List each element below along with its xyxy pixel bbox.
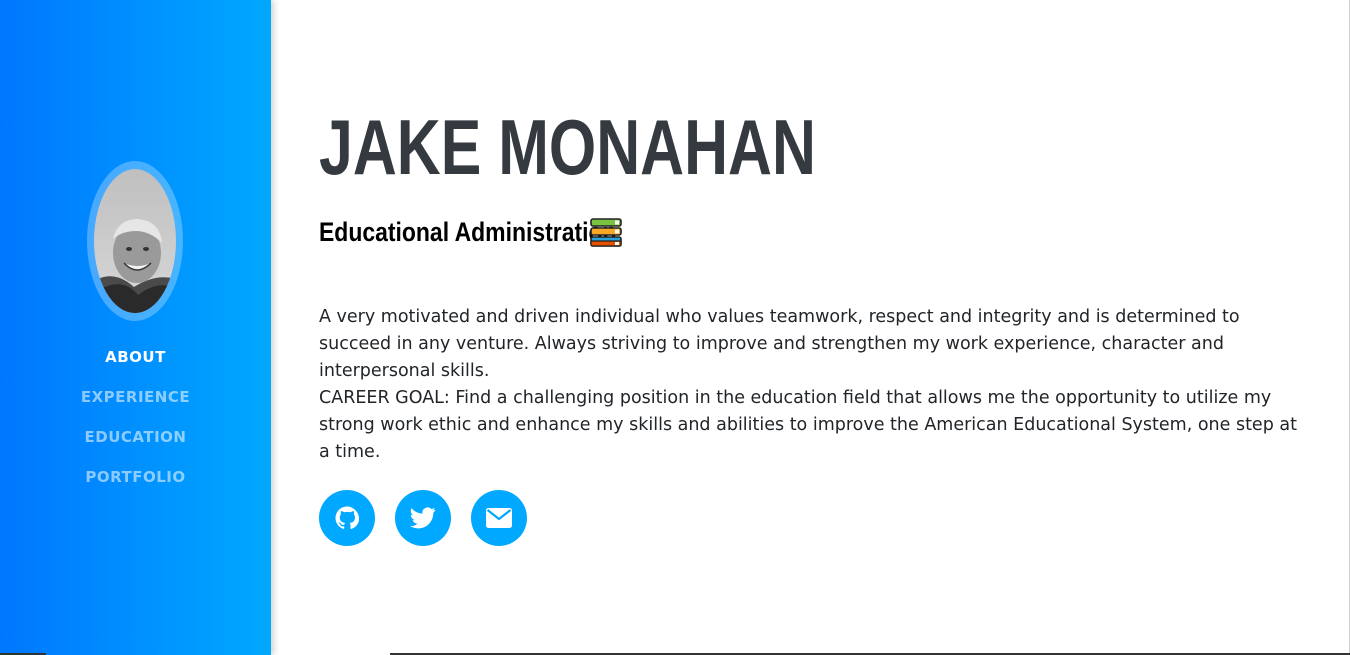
nav-item-experience[interactable]: EXPERIENCE [0,383,271,423]
nav-item-education[interactable]: EDUCATION [0,423,271,463]
github-button[interactable] [319,490,375,546]
avatar [87,161,183,321]
career-goal-paragraph: CAREER GOAL: Find a challenging position… [319,388,1297,462]
profile-photo [94,169,176,313]
subheading-text: Educational Administration [319,217,617,247]
subheading: Educational Administration [319,212,669,252]
github-icon [335,506,359,530]
twitter-button[interactable] [395,490,451,546]
nav-item-about[interactable]: ABOUT [0,343,271,383]
social-links [319,490,547,546]
twitter-icon [410,507,436,529]
about-paragraph: A very motivated and driven individual w… [319,307,1240,381]
envelope-icon [486,508,512,528]
books-icon [589,216,623,261]
page-title: JAKE MONAHAN [319,103,816,191]
sidebar: ABOUT EXPERIENCE EDUCATION PORTFOLIO [0,0,271,655]
nav-item-portfolio[interactable]: PORTFOLIO [0,463,271,503]
email-button[interactable] [471,490,527,546]
sidebar-nav: ABOUT EXPERIENCE EDUCATION PORTFOLIO [0,343,271,503]
